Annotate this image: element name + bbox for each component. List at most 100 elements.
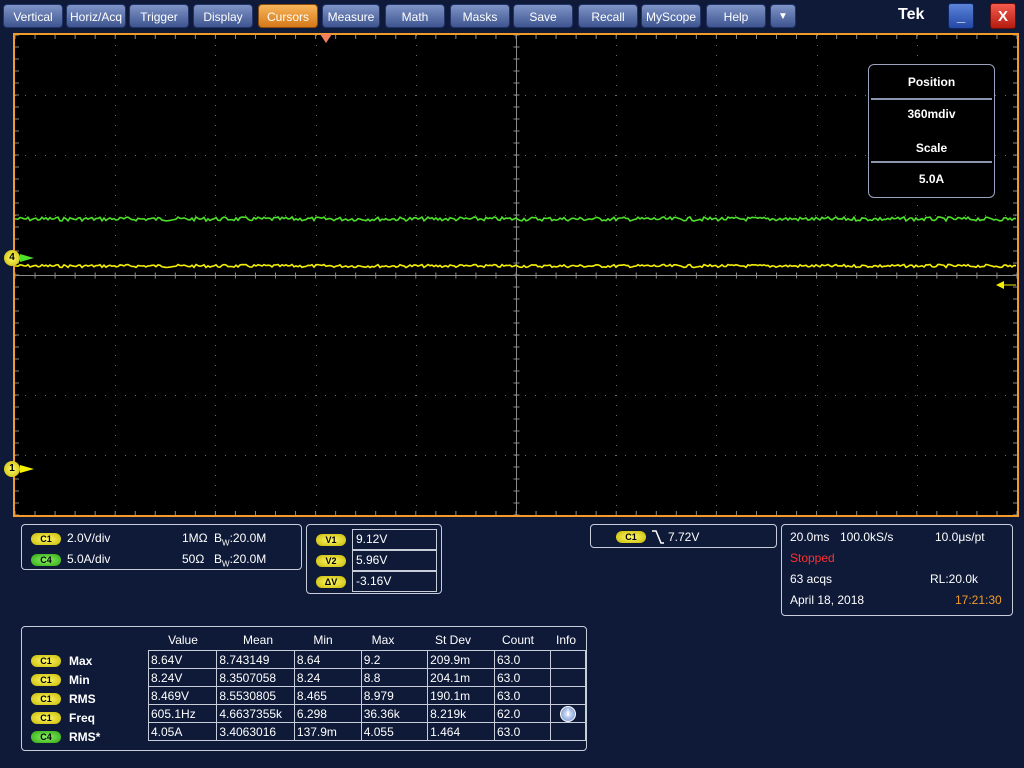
menu-myscope[interactable]: MyScope bbox=[641, 4, 701, 28]
record-length: RL:20.0k bbox=[930, 572, 979, 586]
menu-dropdown-icon[interactable]: ▼ bbox=[770, 4, 796, 28]
trigger-level-icon bbox=[996, 281, 1016, 289]
menu-math[interactable]: Math bbox=[385, 4, 445, 28]
measurement-panel[interactable]: Value Mean Min Max St Dev Count Info C1 … bbox=[21, 626, 587, 751]
time: 17:21:30 bbox=[955, 593, 1002, 607]
date: April 18, 2018 bbox=[790, 593, 865, 607]
v1-value: 9.12V bbox=[352, 529, 437, 550]
measurement-table: 8.64V 8.743149 8.64 9.2 209.9m 63.0 8.24… bbox=[147, 650, 587, 741]
table-row[interactable]: 8.64V 8.743149 8.64 9.2 209.9m 63.0 bbox=[147, 650, 587, 669]
menu-cursors[interactable]: Cursors bbox=[258, 4, 318, 28]
table-row[interactable]: 4.05A 3.4063016 137.9m 4.055 1.464 63.0 bbox=[147, 722, 587, 741]
meas-row-1-badge: C1 bbox=[31, 655, 61, 667]
minimize-button[interactable]: _ bbox=[948, 3, 974, 29]
position-scale-panel[interactable]: Position 360mdiv Scale 5.0A bbox=[868, 64, 995, 198]
table-cell: 8.979 bbox=[360, 686, 429, 705]
ch4-badge[interactable]: C4 bbox=[31, 554, 61, 566]
table-cell: 63.0 bbox=[493, 668, 551, 687]
table-row[interactable]: 605.1Hz 4.6637355k 6.298 36.36k 8.219k 6… bbox=[147, 704, 587, 723]
table-cell: 605.1Hz bbox=[147, 704, 218, 723]
ch1-marker-arrow-icon bbox=[20, 465, 34, 473]
v2-value: 5.96V bbox=[352, 550, 437, 571]
meas-row-5-label: RMS* bbox=[69, 730, 101, 744]
delta-v-badge: ΔV bbox=[316, 576, 346, 588]
header-count: Count bbox=[501, 633, 535, 647]
table-cell: 8.465 bbox=[293, 686, 362, 705]
table-cell: i bbox=[549, 704, 587, 723]
time-per-div: 20.0ms bbox=[790, 530, 830, 544]
close-button[interactable]: X bbox=[990, 3, 1016, 29]
table-cell: 8.64V bbox=[147, 650, 218, 669]
ch4-marker[interactable]: 4 bbox=[4, 250, 20, 266]
cursor-readout-panel[interactable]: V1 9.12V V2 5.96V ΔV -3.16V bbox=[306, 524, 442, 594]
menu-save[interactable]: Save bbox=[513, 4, 573, 28]
trigger-position-icon bbox=[320, 34, 332, 43]
ch4-coupling: 50Ω bbox=[182, 552, 205, 566]
divider bbox=[871, 161, 992, 163]
menu-vertical[interactable]: Vertical bbox=[3, 4, 63, 28]
table-cell: 4.055 bbox=[360, 722, 429, 741]
trigger-source-badge: C1 bbox=[616, 531, 646, 543]
menu-masks[interactable]: Masks bbox=[450, 4, 510, 28]
table-row[interactable]: 8.24V 8.3507058 8.24 8.8 204.1m 63.0 bbox=[147, 668, 587, 687]
meas-row-3-badge: C1 bbox=[31, 693, 61, 705]
scale-value[interactable]: 5.0A bbox=[869, 172, 994, 186]
time-per-point: 10.0μs/pt bbox=[935, 530, 985, 544]
table-cell: 9.2 bbox=[360, 650, 429, 669]
header-st-dev: St Dev bbox=[434, 633, 471, 647]
table-cell: 8.64 bbox=[293, 650, 362, 669]
table-cell: 137.9m bbox=[293, 722, 362, 741]
header-max: Max bbox=[371, 633, 395, 647]
ch1-badge[interactable]: C1 bbox=[31, 533, 61, 545]
delta-v-value: -3.16V bbox=[352, 571, 437, 592]
table-cell: 8.743149 bbox=[216, 650, 295, 669]
acquisition-count: 63 acqs bbox=[790, 572, 833, 586]
menu-bar: Vertical Horiz/Acq Trigger Display Curso… bbox=[0, 0, 1024, 32]
brand-logo: Tek bbox=[898, 6, 925, 23]
menu-horiz-acq[interactable]: Horiz/Acq bbox=[66, 4, 126, 28]
channel-settings-panel[interactable]: C1 2.0V/div 1MΩ BW:20.0M C4 5.0A/div 50Ω… bbox=[21, 524, 302, 570]
ch4-waveform bbox=[15, 215, 1017, 223]
table-cell: 1.464 bbox=[427, 722, 495, 741]
position-value[interactable]: 360mdiv bbox=[869, 107, 994, 121]
scale-label: Scale bbox=[915, 141, 948, 155]
table-cell bbox=[549, 722, 587, 741]
table-cell: 62.0 bbox=[493, 704, 551, 723]
position-label: Position bbox=[907, 75, 956, 89]
menu-recall[interactable]: Recall bbox=[578, 4, 638, 28]
v2-badge: V2 bbox=[316, 555, 346, 567]
ch1-marker[interactable]: 1 bbox=[4, 461, 20, 477]
table-cell: 3.4063016 bbox=[216, 722, 295, 741]
table-cell: 8.24V bbox=[147, 668, 218, 687]
table-cell: 4.6637355k bbox=[216, 704, 295, 723]
ch1-bandwidth: BW:20.0M bbox=[214, 531, 267, 548]
table-cell bbox=[549, 668, 587, 687]
rising-edge-icon bbox=[652, 530, 664, 544]
table-cell bbox=[549, 650, 587, 669]
table-cell: 6.298 bbox=[293, 704, 362, 723]
table-cell: 190.1m bbox=[427, 686, 495, 705]
ch1-scale: 2.0V/div bbox=[67, 531, 111, 545]
menu-help[interactable]: Help bbox=[706, 4, 766, 28]
table-row[interactable]: 8.469V 8.5530805 8.465 8.979 190.1m 63.0 bbox=[147, 686, 587, 705]
menu-trigger[interactable]: Trigger bbox=[129, 4, 189, 28]
ch1-coupling: 1MΩ bbox=[182, 531, 208, 545]
table-cell: 204.1m bbox=[427, 668, 495, 687]
v1-badge: V1 bbox=[316, 534, 346, 546]
meas-row-4-badge: C1 bbox=[31, 712, 61, 724]
ch4-marker-arrow-icon bbox=[20, 254, 34, 262]
trigger-readout-panel[interactable]: C1 7.72V bbox=[590, 524, 777, 548]
ch4-bandwidth: BW:20.0M bbox=[214, 552, 267, 569]
info-icon[interactable]: i bbox=[559, 706, 576, 722]
ch1-waveform bbox=[15, 263, 1017, 269]
menu-measure[interactable]: Measure bbox=[322, 4, 380, 28]
menu-display[interactable]: Display bbox=[193, 4, 253, 28]
table-cell: 63.0 bbox=[493, 686, 551, 705]
sample-rate: 100.0kS/s bbox=[840, 530, 894, 544]
table-cell: 8.469V bbox=[147, 686, 218, 705]
table-cell: 8.8 bbox=[360, 668, 429, 687]
table-cell: 8.24 bbox=[293, 668, 362, 687]
acquisition-status-panel[interactable]: 20.0ms 100.0kS/s 10.0μs/pt Stopped 63 ac… bbox=[781, 524, 1013, 616]
meas-row-2-badge: C1 bbox=[31, 674, 61, 686]
meas-row-3-label: RMS bbox=[69, 692, 96, 706]
